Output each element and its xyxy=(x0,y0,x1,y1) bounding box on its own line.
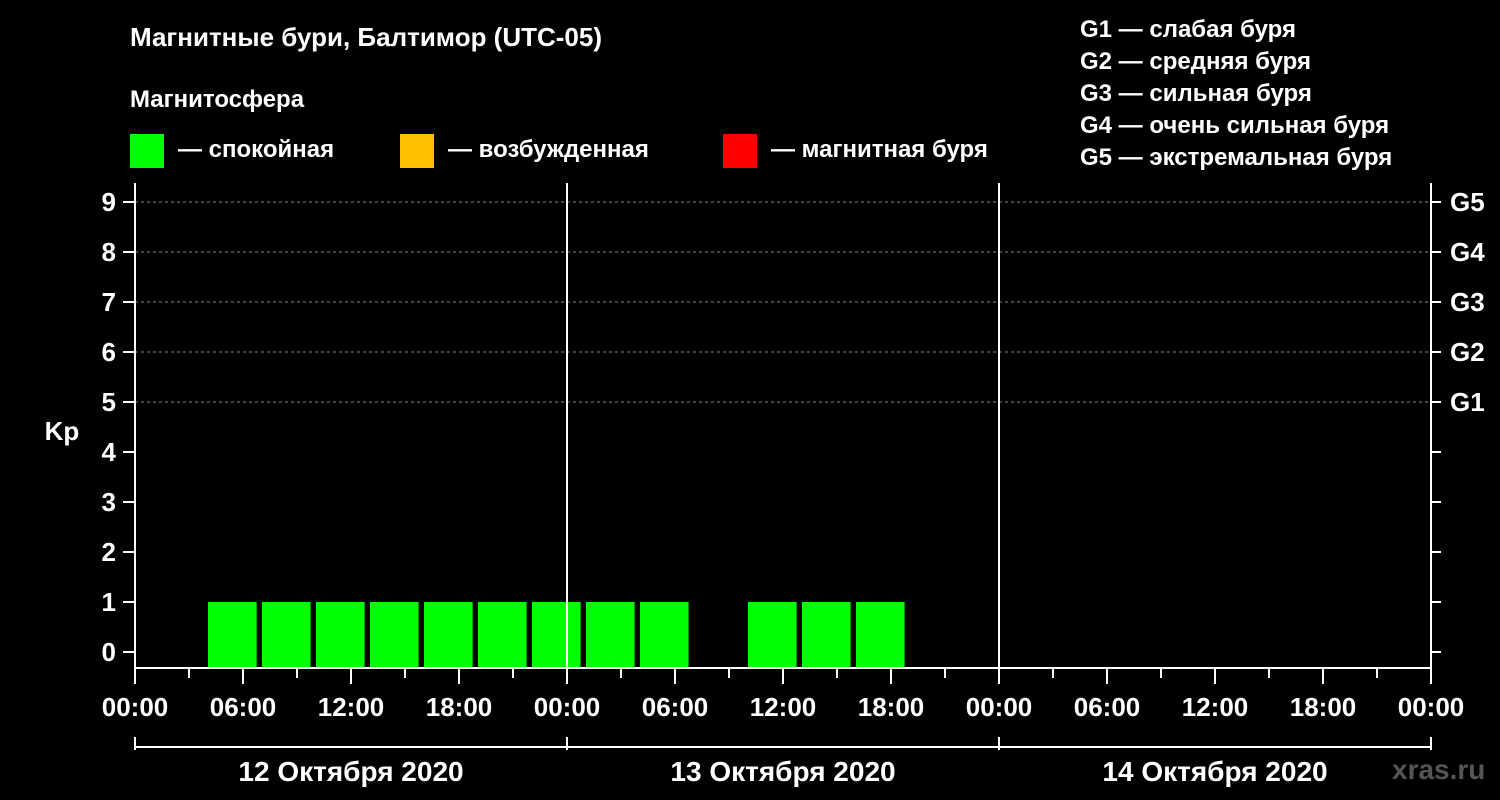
g-level-label: G4 xyxy=(1450,237,1485,267)
kp-bar xyxy=(478,602,527,668)
x-tick-label: 06:00 xyxy=(210,692,277,722)
kp-chart: 0 1 2 3 4 5 6 7 8 9 G1 G2 G3 G4 G5 Kp 00:00 06:00 12:00 18:… xyxy=(45,183,1485,787)
x-tick-label: 12:00 xyxy=(750,692,817,722)
y-tick-label: 6 xyxy=(102,337,116,367)
day-label: 12 Октября 2020 xyxy=(238,756,463,787)
x-tick-label: 12:00 xyxy=(318,692,385,722)
watermark: xras.ru xyxy=(1392,754,1486,785)
y-tick-label: 2 xyxy=(102,537,116,567)
kp-bar xyxy=(424,602,473,668)
x-tick-label: 18:00 xyxy=(426,692,493,722)
y-axis-label: Kp xyxy=(45,416,80,446)
kp-bar xyxy=(640,602,689,668)
y-tick-label: 1 xyxy=(102,587,116,617)
x-tick-label: 18:00 xyxy=(1290,692,1357,722)
g-level-label: G5 xyxy=(1450,187,1485,217)
kp-bar xyxy=(208,602,257,668)
kp-bar xyxy=(532,602,581,668)
x-tick-label: 06:00 xyxy=(642,692,709,722)
y-tick-label: 0 xyxy=(102,637,116,667)
y-tick-label: 9 xyxy=(102,187,116,217)
g-level-label: G1 xyxy=(1450,387,1485,417)
kp-bar xyxy=(316,602,365,668)
kp-bar xyxy=(586,602,635,668)
kp-bar xyxy=(262,602,311,668)
g-level-label: G2 xyxy=(1450,337,1485,367)
kp-bar xyxy=(856,602,905,668)
y-tick-label: 5 xyxy=(102,387,116,417)
g-level-label: G3 xyxy=(1450,287,1485,317)
kp-bar xyxy=(370,602,419,668)
x-tick-label: 00:00 xyxy=(966,692,1033,722)
x-tick-label: 00:00 xyxy=(1398,692,1465,722)
y-tick-label: 7 xyxy=(102,287,116,317)
day-label: 13 Октября 2020 xyxy=(670,756,895,787)
x-tick-label: 12:00 xyxy=(1182,692,1249,722)
y-tick-label: 4 xyxy=(102,437,117,467)
y-tick-label: 8 xyxy=(102,237,116,267)
x-tick-label: 00:00 xyxy=(102,692,169,722)
y-tick-label: 3 xyxy=(102,487,116,517)
x-tick-label: 00:00 xyxy=(534,692,601,722)
x-tick-label: 18:00 xyxy=(858,692,925,722)
day-label: 14 Октября 2020 xyxy=(1102,756,1327,787)
kp-bar xyxy=(748,602,797,668)
x-tick-label: 06:00 xyxy=(1074,692,1141,722)
kp-bar xyxy=(802,602,851,668)
